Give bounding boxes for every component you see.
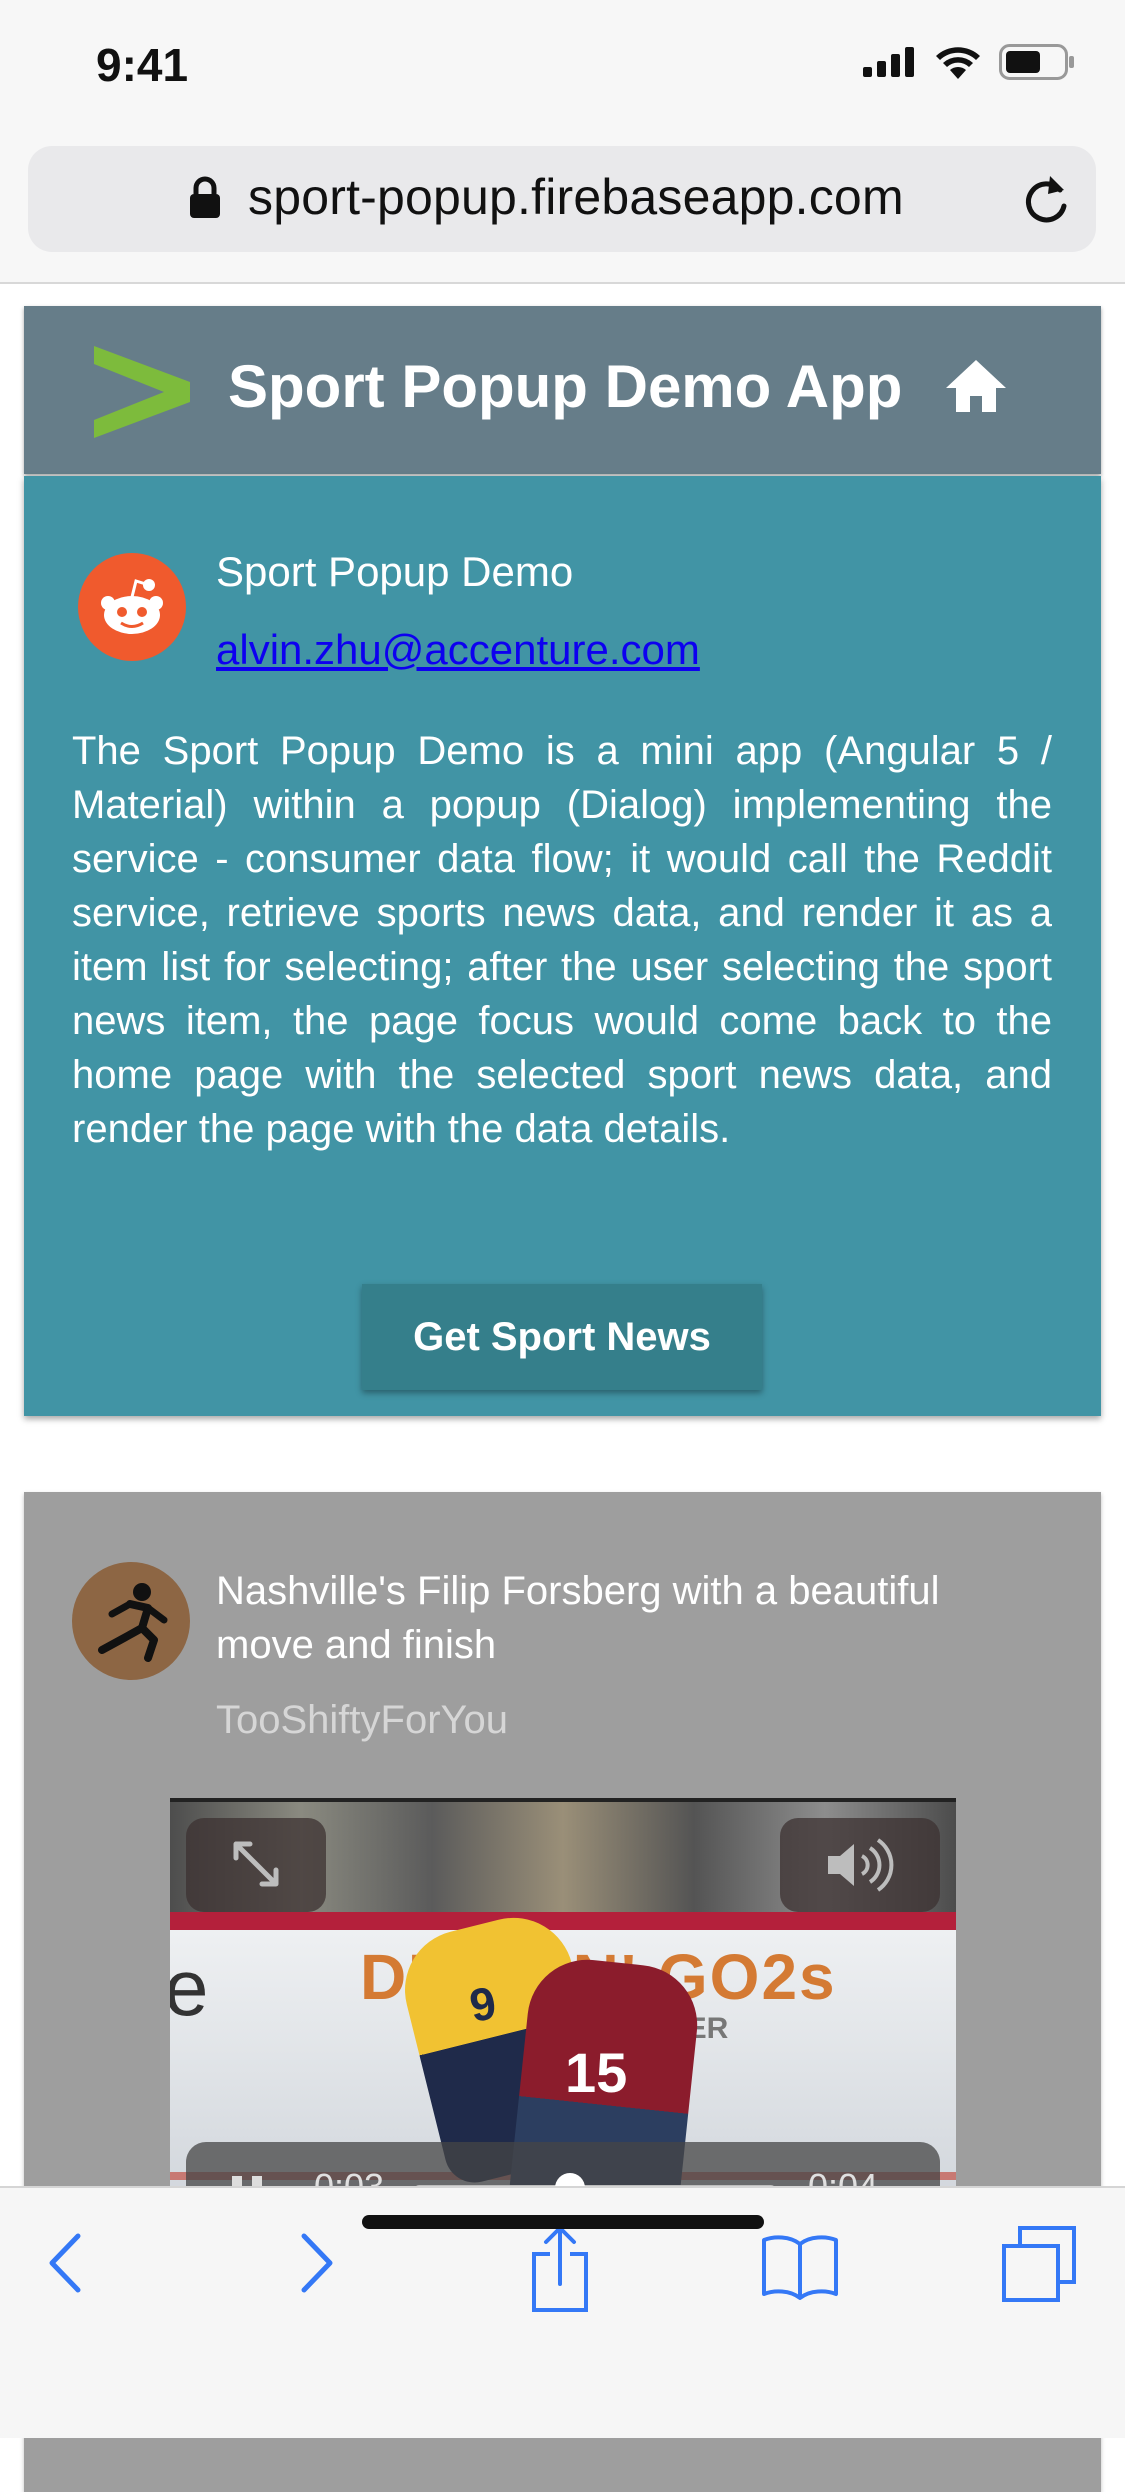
news-author: TooShiftyForYou <box>216 1698 509 1742</box>
tabs-icon[interactable] <box>1000 2224 1080 2304</box>
url-text[interactable]: sport-popup.firebaseapp.com <box>248 168 904 226</box>
reload-icon[interactable] <box>1020 172 1072 228</box>
app-title: Sport Popup Demo App <box>228 353 903 420</box>
fullscreen-icon <box>233 1841 279 1887</box>
email-link[interactable]: alvin.zhu@accenture.com <box>216 626 700 674</box>
status-time: 9:41 <box>96 39 189 91</box>
forward-icon[interactable] <box>294 2230 338 2296</box>
runner-icon <box>98 1583 168 1662</box>
reddit-avatar <box>78 553 186 661</box>
intro-card: Sport Popup Demo alvin.zhu@accenture.com… <box>24 476 1101 1416</box>
status-icons <box>863 44 1075 80</box>
home-icon[interactable] <box>944 358 1008 414</box>
video-frame-detail: e <box>170 1942 209 2034</box>
address-bar[interactable]: sport-popup.firebaseapp.com <box>28 146 1096 252</box>
lock-icon <box>190 176 220 218</box>
back-icon[interactable] <box>44 2230 88 2296</box>
volume-button[interactable] <box>780 1818 940 1912</box>
app-header: Sport Popup Demo App <box>24 306 1101 474</box>
cellular-signal-icon <box>863 47 914 77</box>
accenture-logo-icon <box>94 346 190 438</box>
bookmarks-icon[interactable] <box>760 2230 840 2300</box>
video-frame-detail: 15 <box>565 2041 628 2104</box>
fullscreen-button[interactable] <box>186 1818 326 1912</box>
browser-url-area: sport-popup.firebaseapp.com <box>0 140 1125 284</box>
home-indicator[interactable] <box>362 2215 764 2229</box>
app-description: The Sport Popup Demo is a mini app (Angu… <box>72 729 1052 1151</box>
wifi-icon <box>936 47 980 79</box>
video-boards <box>170 1912 956 1930</box>
card-title: Sport Popup Demo <box>216 548 574 595</box>
news-title[interactable]: Nashville's Filip Forsberg with a beauti… <box>216 1564 1036 1672</box>
status-bar: 9:41 <box>0 0 1125 140</box>
video-player[interactable]: e DUNKIN' GO2s TTER 9 15 0:03 <box>170 1798 956 2222</box>
battery-icon <box>999 44 1074 80</box>
news-avatar <box>72 1562 190 1680</box>
get-sport-news-button[interactable]: Get Sport News <box>362 1284 762 1390</box>
share-icon[interactable] <box>528 2224 592 2314</box>
volume-icon <box>828 1838 894 1892</box>
reddit-icon <box>101 579 163 634</box>
